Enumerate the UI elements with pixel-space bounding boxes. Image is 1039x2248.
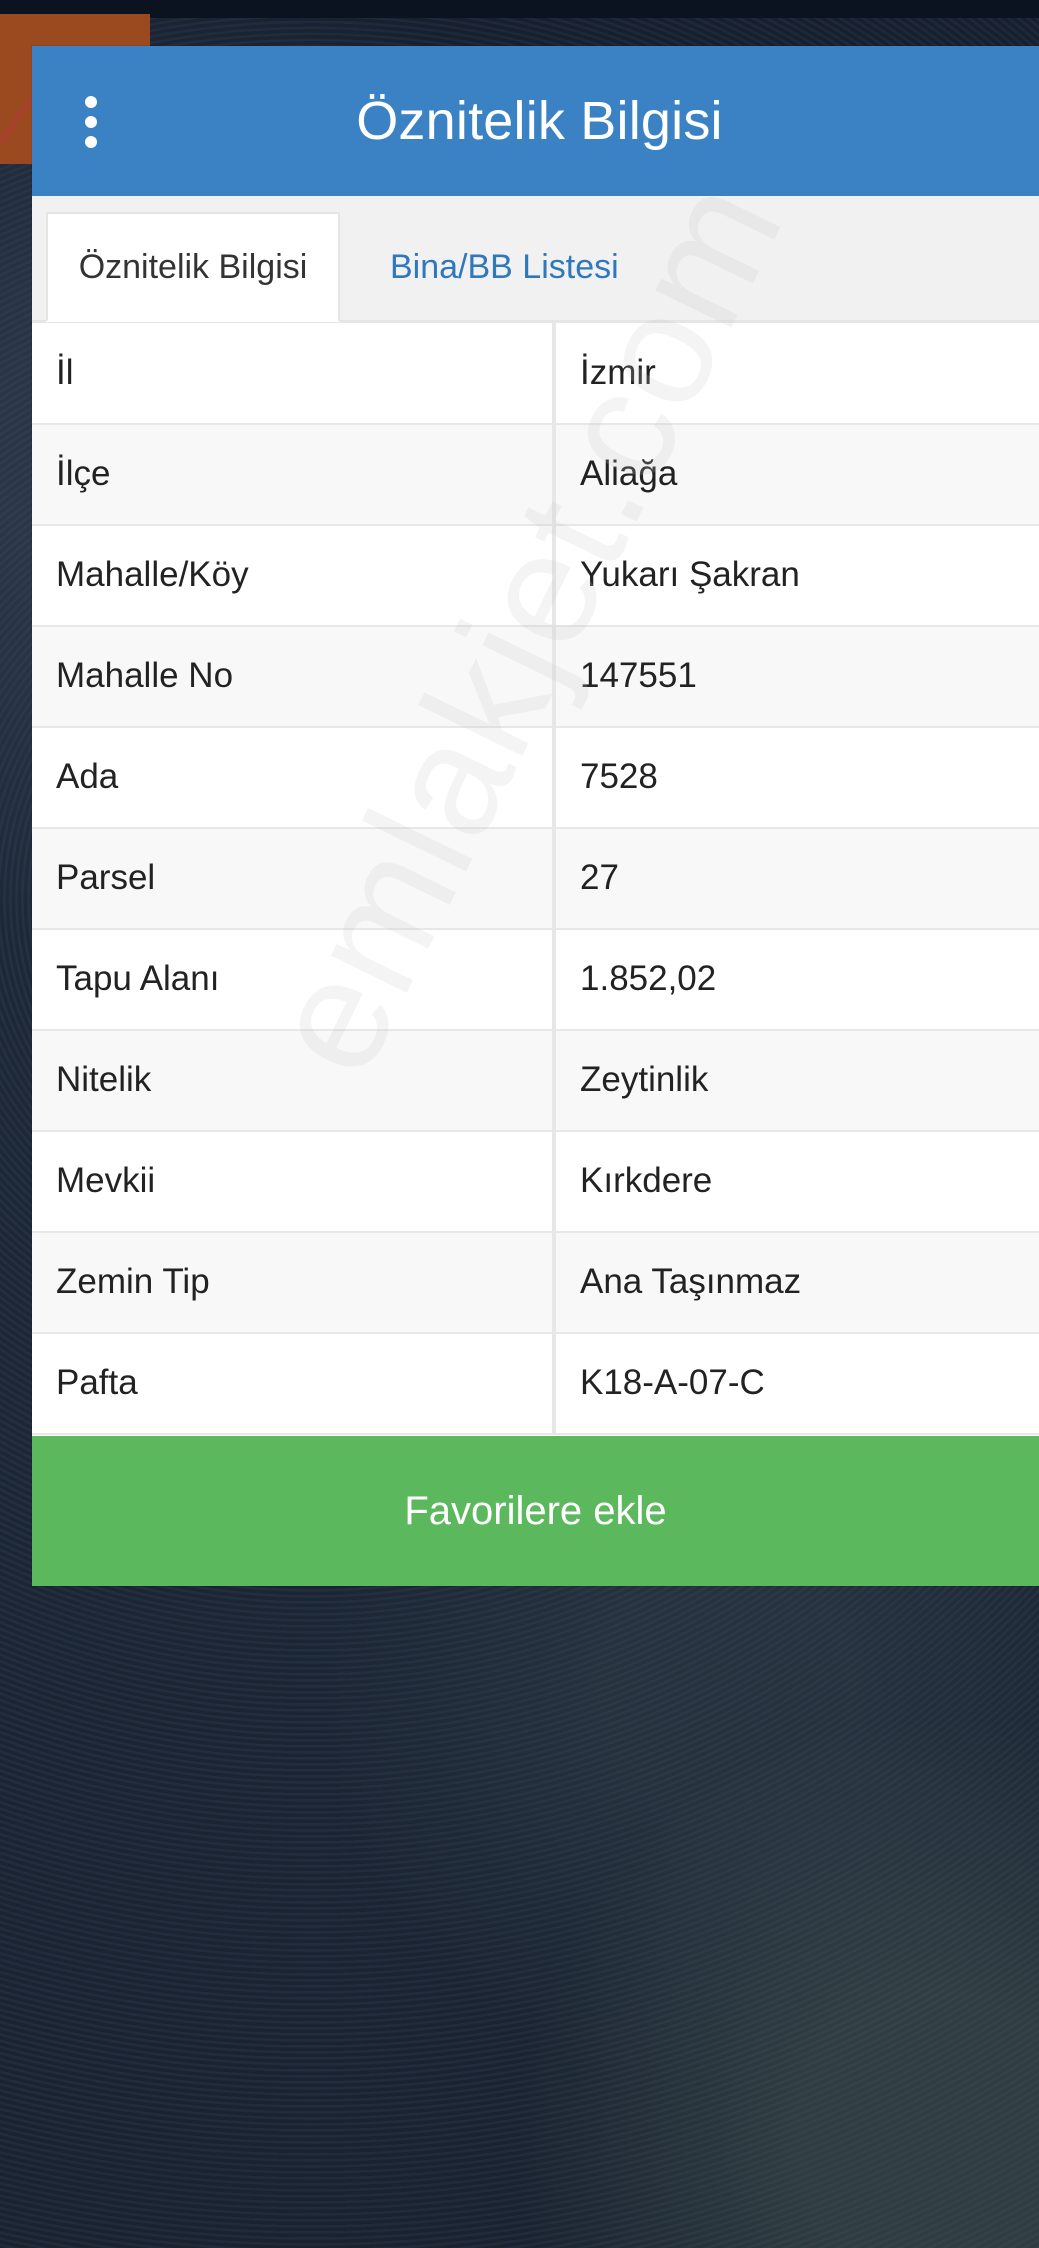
tab-building-list-label: Bina/BB Listesi bbox=[390, 247, 619, 286]
attribute-value: 1.852,02 bbox=[554, 928, 1039, 1031]
attribute-table: İl İzmir İlçe Aliağa Mahalle/Köy Yukarı … bbox=[32, 322, 1039, 1435]
table-row: Mahalle No 147551 bbox=[32, 625, 1039, 728]
attribute-value: 7528 bbox=[554, 726, 1039, 829]
attribute-key: İlçe bbox=[32, 423, 556, 526]
add-to-favorites-label: Favorilere ekle bbox=[404, 1488, 667, 1533]
attribute-value: Yukarı Şakran bbox=[554, 524, 1039, 627]
attribute-key: Ada bbox=[32, 726, 556, 829]
attribute-key: Tapu Alanı bbox=[32, 928, 556, 1031]
table-row: İl İzmir bbox=[32, 322, 1039, 425]
add-to-favorites-button[interactable]: Favorilere ekle bbox=[32, 1436, 1039, 1586]
attribute-key: Mahalle/Köy bbox=[32, 524, 556, 627]
attribute-value: 147551 bbox=[554, 625, 1039, 728]
attribute-key: Pafta bbox=[32, 1332, 556, 1435]
menu-dot-icon bbox=[85, 96, 97, 108]
table-row: Zemin Tip Ana Taşınmaz bbox=[32, 1231, 1039, 1334]
tab-attribute-info-label: Öznitelik Bilgisi bbox=[78, 247, 308, 286]
attribute-key: Mevkii bbox=[32, 1130, 556, 1233]
attribute-value: Kırkdere bbox=[554, 1130, 1039, 1233]
attribute-key: Nitelik bbox=[32, 1029, 556, 1132]
attribute-value: İzmir bbox=[554, 322, 1039, 425]
attribute-value: K18-A-07-C bbox=[554, 1332, 1039, 1435]
attribute-value: Aliağa bbox=[554, 423, 1039, 526]
table-row: Mevkii Kırkdere bbox=[32, 1130, 1039, 1233]
attribute-key: Parsel bbox=[32, 827, 556, 930]
panel-header: Öznitelik Bilgisi bbox=[32, 46, 1039, 196]
attribute-key: Mahalle No bbox=[32, 625, 556, 728]
table-row: Pafta K18-A-07-C bbox=[32, 1332, 1039, 1435]
tab-attribute-info[interactable]: Öznitelik Bilgisi bbox=[46, 212, 340, 322]
table-row: Nitelik Zeytinlik bbox=[32, 1029, 1039, 1132]
attribute-key: Zemin Tip bbox=[32, 1231, 556, 1334]
menu-dot-icon bbox=[85, 116, 97, 128]
table-row: Tapu Alanı 1.852,02 bbox=[32, 928, 1039, 1031]
attribute-value: Zeytinlik bbox=[554, 1029, 1039, 1132]
attribute-value: Ana Taşınmaz bbox=[554, 1231, 1039, 1334]
menu-dot-icon bbox=[85, 136, 97, 148]
table-row: İlçe Aliağa bbox=[32, 423, 1039, 526]
page-title: Öznitelik Bilgisi bbox=[356, 91, 723, 151]
status-area-strip bbox=[0, 0, 1039, 18]
table-row: Parsel 27 bbox=[32, 827, 1039, 930]
tab-building-list[interactable]: Bina/BB Listesi bbox=[362, 212, 647, 322]
table-row: Ada 7528 bbox=[32, 726, 1039, 829]
attribute-key: İl bbox=[32, 322, 556, 425]
attribute-value: 27 bbox=[554, 827, 1039, 930]
table-row: Mahalle/Köy Yukarı Şakran bbox=[32, 524, 1039, 627]
attribute-info-panel: Öznitelik Bilgisi Öznitelik Bilgisi Bina… bbox=[32, 46, 1039, 1586]
tab-bar: Öznitelik Bilgisi Bina/BB Listesi bbox=[32, 196, 1039, 322]
vertical-ellipsis-icon[interactable] bbox=[78, 96, 104, 148]
